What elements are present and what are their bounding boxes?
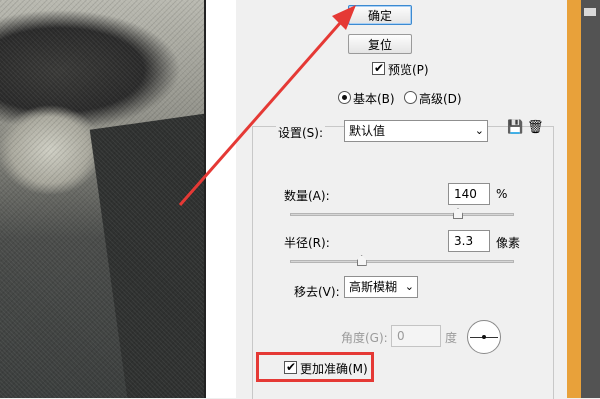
arrow-line (178, 13, 350, 206)
panel-scroll-handle[interactable] (584, 8, 596, 16)
annotation-arrow (178, 5, 356, 206)
side-panel-accent (567, 0, 581, 398)
app-side-panel (567, 0, 600, 398)
